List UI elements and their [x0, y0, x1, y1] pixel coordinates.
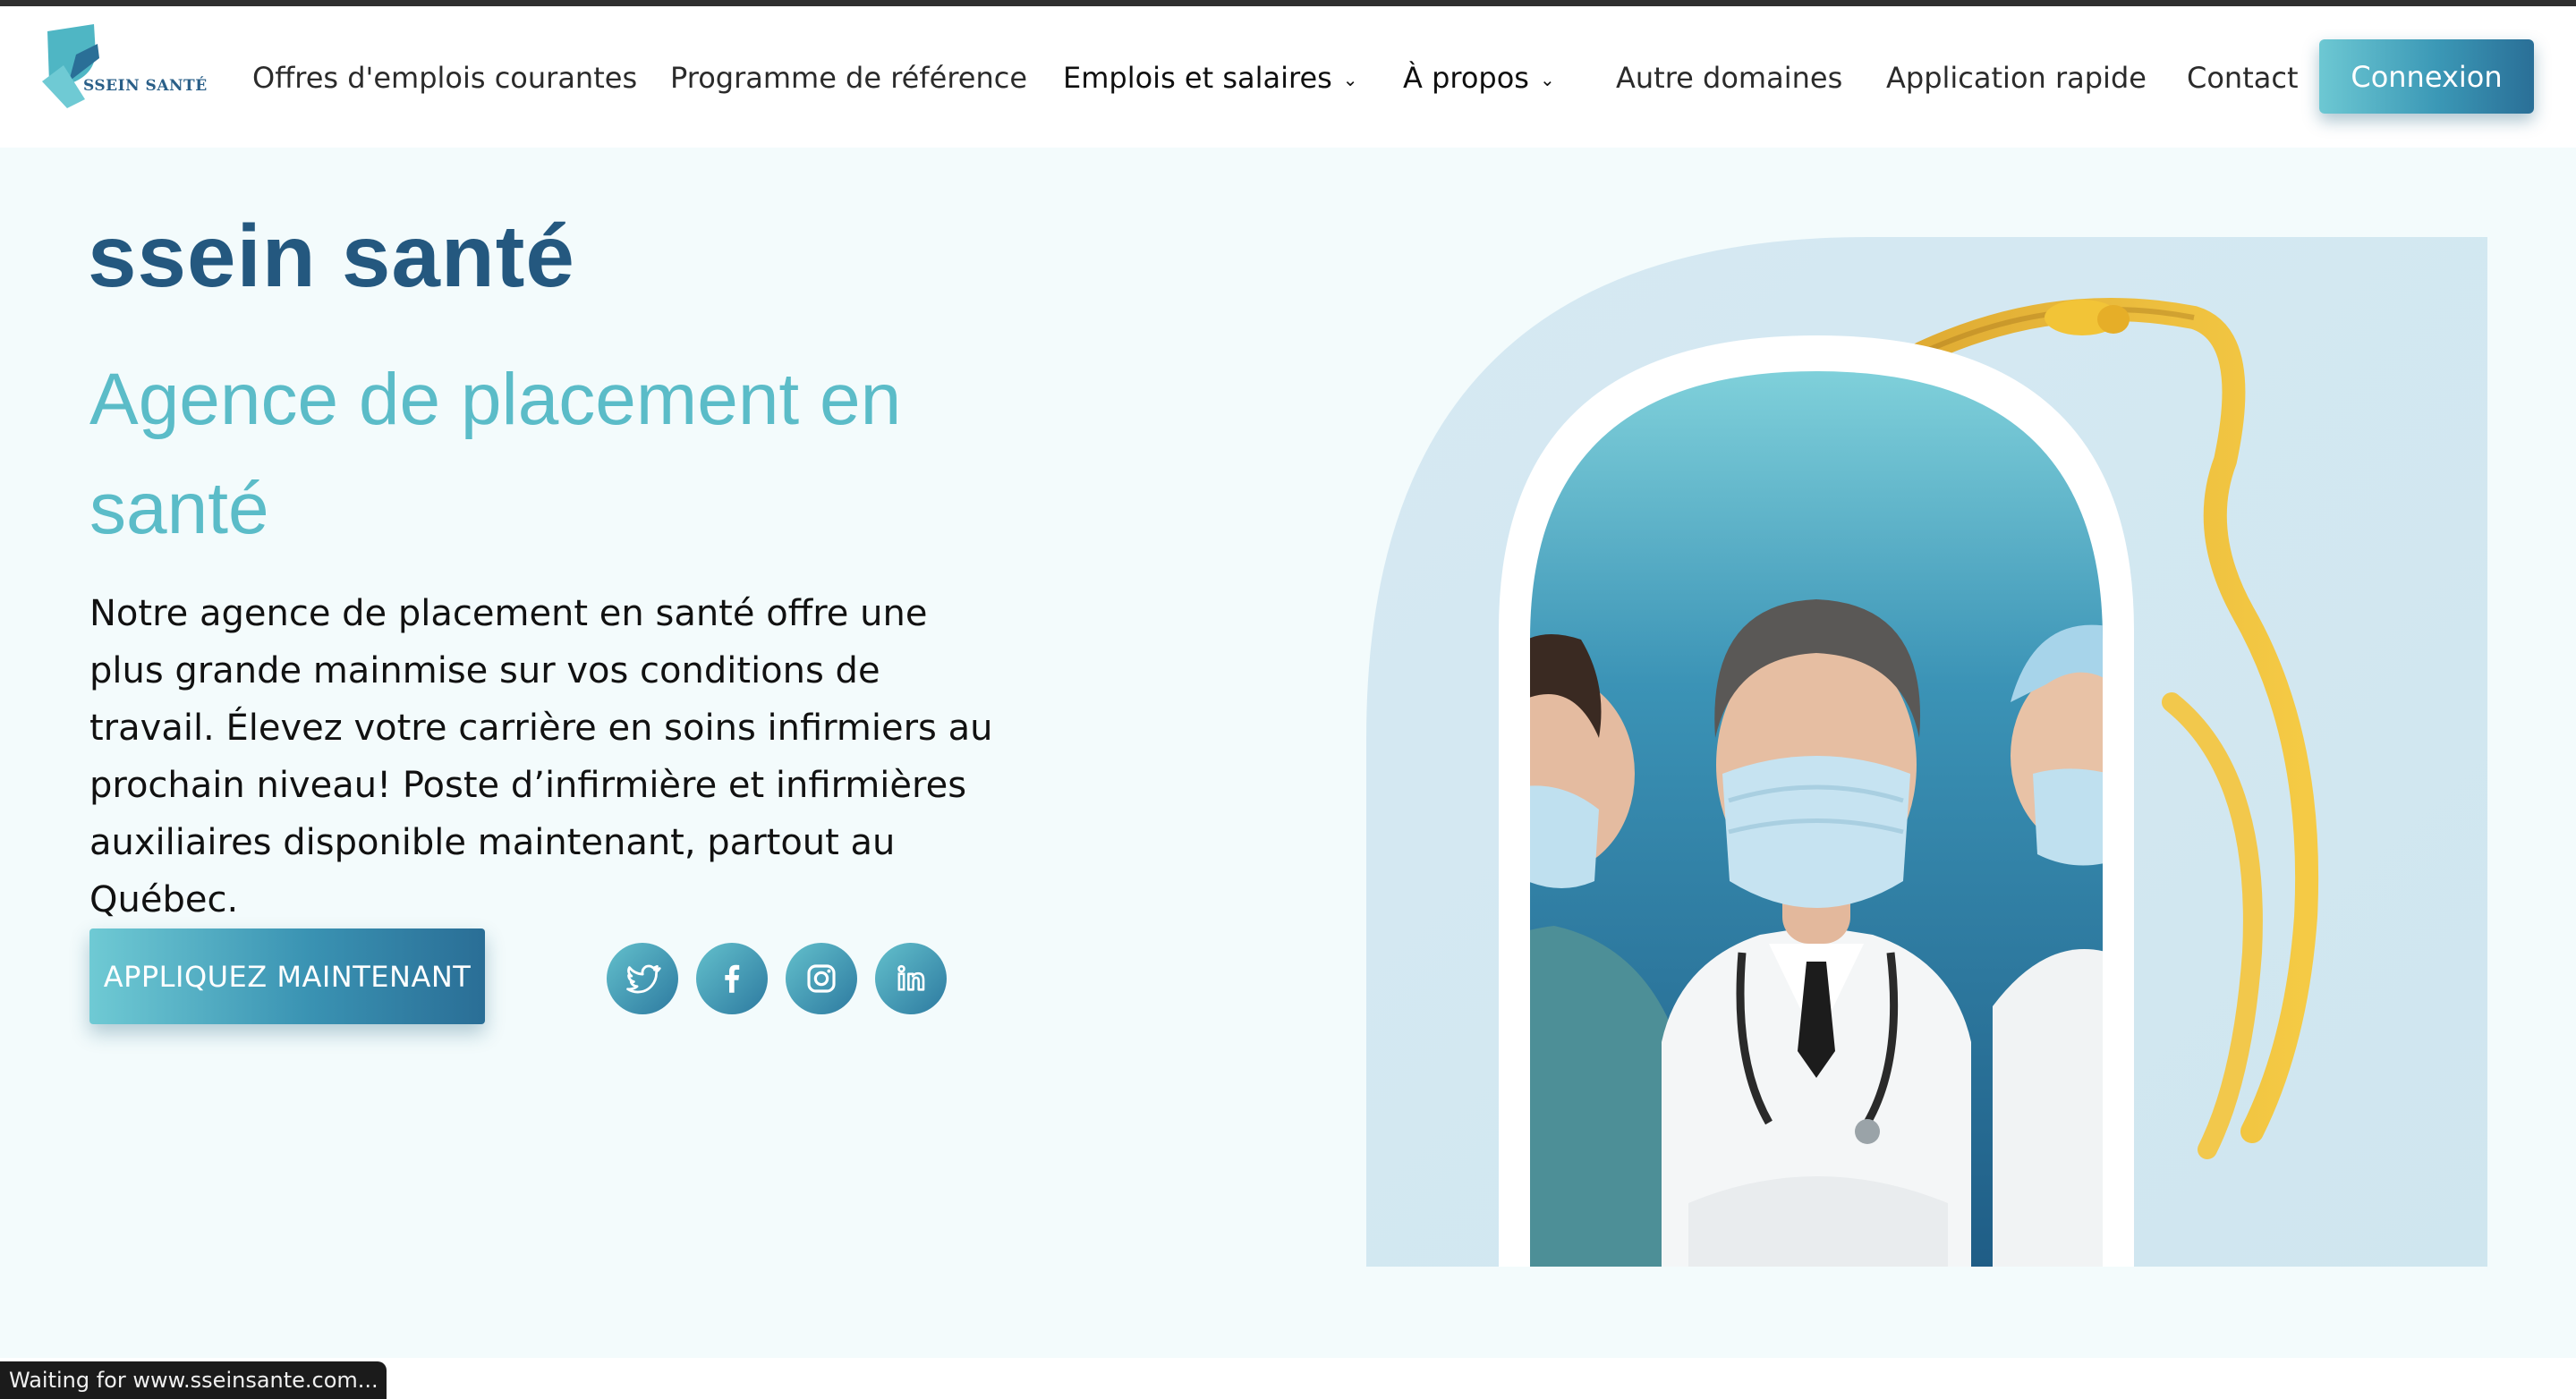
nav-programme-reference[interactable]: Programme de référence — [670, 60, 1027, 96]
chevron-down-icon: ⌄ — [1342, 69, 1358, 90]
nav-offres-emplois[interactable]: Offres d'emplois courantes — [252, 60, 637, 96]
facebook-icon[interactable] — [696, 943, 768, 1014]
linkedin-icon[interactable] — [875, 943, 947, 1014]
apply-now-button[interactable]: APPLIQUEZ MAINTENANT — [89, 928, 485, 1024]
nav-a-propos[interactable]: À propos ⌄ — [1403, 60, 1555, 98]
brand-logo-text: SSEIN SANTÉ — [83, 77, 208, 95]
nav-application-rapide[interactable]: Application rapide — [1886, 60, 2147, 96]
hero-title: ssein santé — [88, 207, 575, 305]
brand-logo[interactable]: SSEIN SANTÉ — [40, 19, 208, 112]
facebook-f-icon — [725, 964, 740, 993]
twitter-icon[interactable] — [607, 943, 678, 1014]
nav-a-propos-label: À propos — [1403, 61, 1529, 95]
nav-emplois-salaires-label: Emplois et salaires — [1063, 61, 1332, 95]
linkedin-in-icon — [897, 964, 925, 991]
hero-subtitle: Agence de placement en santé — [89, 359, 902, 549]
navbar: SSEIN SANTÉ Offres d'emplois courantes P… — [0, 6, 2576, 148]
instagram-icon[interactable] — [786, 943, 857, 1014]
logo-mark-icon — [42, 24, 99, 108]
login-button[interactable]: Connexion — [2319, 39, 2534, 114]
nav-contact[interactable]: Contact — [2187, 60, 2299, 96]
chevron-down-icon: ⌄ — [1539, 69, 1555, 90]
hero-description: Notre agence de placement en santé offre… — [89, 593, 993, 920]
hero-image — [1366, 237, 2487, 1267]
nav-autre-domaines[interactable]: Autre domaines — [1616, 60, 1842, 96]
instagram-camera-icon — [807, 964, 836, 993]
browser-top-border — [0, 0, 2576, 6]
browser-status-bar: Waiting for www.sseinsante.com... — [0, 1361, 387, 1399]
twitter-bird-icon — [626, 964, 661, 994]
medical-staff-illustration — [1366, 237, 2487, 1267]
nav-emplois-salaires[interactable]: Emplois et salaires ⌄ — [1063, 60, 1358, 98]
